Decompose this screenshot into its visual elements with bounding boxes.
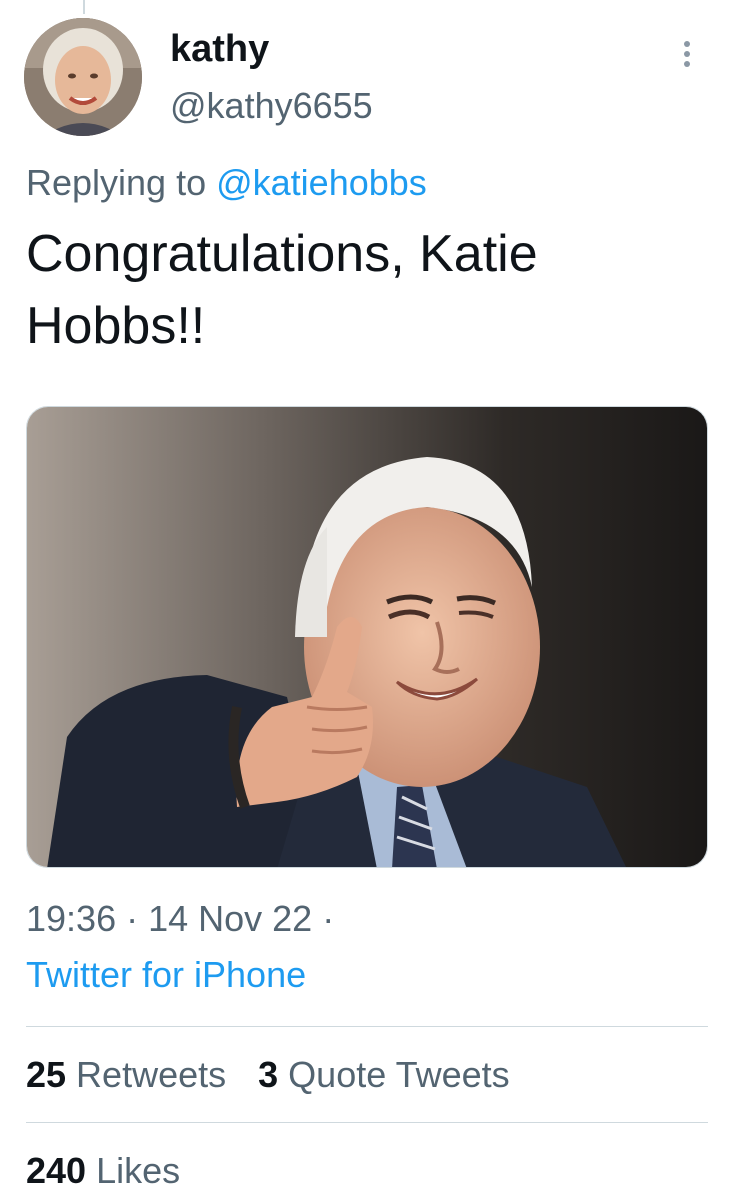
tweet-time[interactable]: 19:36 (26, 898, 116, 939)
retweets-label: Retweets (66, 1054, 227, 1095)
quote-tweets-stat[interactable]: 3 Quote Tweets (258, 1054, 510, 1095)
likes-label: Likes (86, 1150, 181, 1191)
tweet-source-link[interactable]: Twitter for iPhone (26, 952, 306, 998)
thread-connector-line (83, 0, 85, 14)
meta-separator: · (312, 898, 335, 939)
tweet-timestamp-line: 19:36 · 14 Nov 22 · (26, 896, 334, 942)
photo-image (27, 407, 707, 867)
tweet-text: Congratulations, Katie Hobbs!! (26, 225, 538, 355)
meta-separator: · (116, 898, 149, 939)
divider (26, 1026, 708, 1027)
author-handle[interactable]: @kathy6655 (170, 84, 373, 128)
likes-count: 240 (26, 1150, 87, 1191)
retweets-stat[interactable]: 25 Retweets (26, 1054, 226, 1095)
avatar-photo (24, 18, 142, 136)
more-vertical-icon[interactable] (672, 34, 702, 74)
quote-tweets-label: Quote Tweets (278, 1054, 510, 1095)
tweet-date[interactable]: 14 Nov 22 (148, 898, 312, 939)
engagement-stats-row: 25 Retweets 3 Quote Tweets (26, 1052, 532, 1098)
reply-mention-link[interactable]: @katiehobbs (216, 162, 427, 203)
avatar[interactable] (24, 18, 142, 136)
tweet-photo[interactable] (26, 406, 708, 868)
retweets-count: 25 (26, 1054, 67, 1095)
replying-to-prefix: Replying to (26, 162, 217, 203)
replying-to-line: Replying to @katiehobbs (26, 160, 427, 206)
likes-stat[interactable]: 240 Likes (26, 1148, 180, 1194)
author-display-name[interactable]: kathy (170, 26, 269, 72)
quote-tweets-count: 3 (258, 1054, 279, 1095)
divider (26, 1122, 708, 1123)
